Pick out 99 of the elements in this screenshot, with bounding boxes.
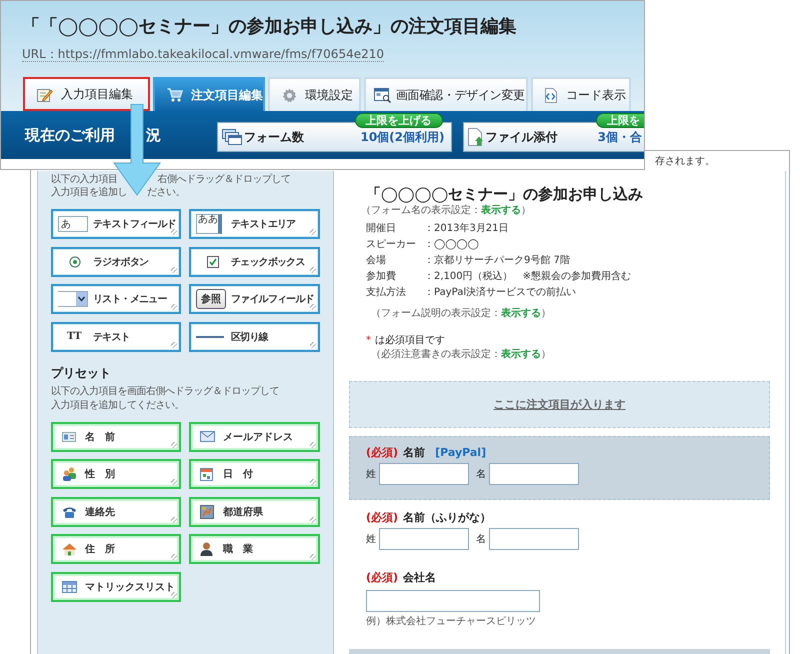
input-field[interactable]: [379, 463, 469, 485]
dropdown-icon: [58, 291, 88, 307]
info-label: スピーカー: [366, 238, 417, 252]
field-type-item[interactable]: ラジオボタン: [51, 246, 181, 276]
info-value: ：2,100円（税込） ※懇親会の参加費用含む: [424, 270, 632, 284]
field-type-item[interactable]: リスト・メニュー: [51, 284, 181, 314]
house-icon: [62, 542, 77, 556]
notice-text: 存されます。: [655, 155, 715, 168]
info-label: 会場: [366, 254, 387, 268]
form-field-block[interactable]: (必須) 名前（ふりがな） 姓 名: [349, 504, 770, 560]
field-type-item[interactable]: 参照 ファイルフィールド: [189, 284, 320, 314]
required-label: (必須): [366, 445, 398, 461]
table-icon: [62, 580, 77, 592]
usage-title: 況: [146, 126, 161, 144]
cart-icon: [167, 88, 183, 102]
display-setting-text: （フォーム名の表示設定：表示する）: [360, 204, 532, 218]
input-field[interactable]: [489, 463, 579, 485]
preset-item[interactable]: 性 別: [51, 459, 181, 489]
tab[interactable]: 注文項目編集: [153, 77, 265, 111]
info-label: 参加費: [366, 270, 397, 284]
form-field-block[interactable]: (必須) 名前 [PayPal] 姓 名: [349, 436, 770, 500]
document-arrow-icon: [468, 128, 484, 146]
display-setting-text: （必須注意書きの表示設定：表示する）: [370, 348, 552, 362]
required-mark: *: [366, 334, 371, 348]
info-value: ：PayPal決済サービスでの前払い: [424, 286, 578, 300]
stat-value: 3個・合: [598, 128, 642, 146]
preset-item[interactable]: 連絡先: [51, 496, 181, 526]
settings-icon: [282, 88, 297, 102]
field-type-item[interactable]: あ テキストフィールド: [51, 209, 181, 239]
field-tag: [PayPal]: [435, 445, 486, 461]
calendar-icon: [200, 468, 213, 480]
input-label: 姓: [366, 468, 376, 481]
input-field[interactable]: [366, 590, 540, 612]
preset-item[interactable]: 日 付: [189, 459, 320, 489]
form-field-block[interactable]: (必須) 会社名 例）株式会社フューチャースピリッツ: [349, 564, 770, 639]
input-field[interactable]: [489, 528, 579, 550]
input-field[interactable]: [379, 528, 469, 550]
code-icon: [543, 88, 558, 102]
input-label: 名: [476, 533, 486, 546]
input-label: 姓: [366, 533, 376, 546]
form-title: 「◯◯◯◯セミナー」の参加お申し込み: [365, 184, 644, 204]
field-type-item[interactable]: 区切り線: [189, 322, 320, 352]
id-card-icon: [62, 430, 76, 442]
stacked-windows-icon: [222, 129, 242, 145]
info-value: ：2013年3月21日: [424, 222, 510, 236]
instruction-text: 右側へドラッグ＆ドロップして: [158, 173, 290, 186]
info-value: ：京都リサーチパーク9号館 7階: [424, 254, 571, 268]
field-label: 会社名: [403, 570, 436, 586]
field-type-item[interactable]: TT テキスト: [51, 322, 181, 352]
instruction-text: 以下の入力項目を画面右側へドラッグ＆ドロップして: [51, 386, 279, 396]
preset-item[interactable]: 都道府県: [189, 496, 320, 526]
instruction-text: 入力項目を追加し: [51, 186, 127, 199]
tab[interactable]: 画面確認・デザイン変更: [364, 77, 528, 111]
input-label: 名: [476, 468, 486, 481]
info-label: 支払方法: [366, 286, 407, 300]
instruction-text: 入力項目を追加してください。: [51, 400, 184, 410]
url-link[interactable]: URL：https://fmmlabo.takeakilocal.vmware/fms/f70654e210: [22, 47, 384, 62]
tab[interactable]: コード表示: [531, 77, 631, 111]
note-pencil-icon: [37, 86, 53, 102]
page-title: 「「◯◯◯◯セミナー」の参加お申し込み」の注文項目編集: [22, 15, 518, 39]
display-setting-text: （フォーム説明の表示設定：表示する）: [370, 307, 552, 321]
usage-title: 現在のご利用: [25, 126, 115, 144]
field-label: 名前（ふりがな）: [403, 510, 492, 526]
stat-value: 10個(2個利用): [360, 128, 445, 146]
map-icon: [200, 504, 214, 518]
text-area-sample: ああ: [196, 214, 222, 234]
drop-zone[interactable]: ここに注文項目が入ります: [349, 381, 770, 428]
people-icon: [62, 467, 77, 481]
text-sample: TT: [67, 331, 82, 342]
field-type-item[interactable]: ああ テキストエリア: [189, 209, 320, 239]
section-title: プリセット: [51, 364, 112, 380]
person-icon: [200, 542, 213, 556]
stat-label: フォーム数: [244, 128, 304, 146]
preset-item[interactable]: マトリックスリスト: [51, 572, 181, 602]
instruction-text: 以下の入力項目: [51, 173, 118, 186]
tab[interactable]: 環境設定: [268, 77, 361, 111]
preset-item[interactable]: メールアドレス: [189, 422, 320, 452]
required-label: (必須): [366, 510, 398, 526]
instruction-text: ださい。: [147, 186, 185, 199]
tab[interactable]: 入力項目編集: [23, 77, 150, 111]
window-magnifier-icon: [374, 88, 391, 102]
info-label: 開催日: [366, 222, 397, 236]
field-type-item[interactable]: チェックボックス: [189, 246, 320, 276]
stat-label: ファイル添付: [486, 128, 558, 146]
phone-icon: [62, 506, 77, 518]
field-label: 名前: [403, 445, 426, 461]
preset-item[interactable]: 住 所: [51, 534, 181, 564]
browse-button-sample: 参照: [196, 289, 226, 309]
text-field-sample: あ: [58, 216, 88, 232]
preset-item[interactable]: 職 業: [189, 534, 320, 564]
required-note: は必須項目です: [375, 334, 445, 348]
divider-line-icon: [196, 334, 224, 338]
checkbox-icon: [207, 256, 219, 268]
info-value: ：◯◯◯◯: [424, 238, 480, 252]
example-text: 例）株式会社フューチャースピリッツ: [366, 615, 537, 629]
required-label: (必須): [366, 570, 398, 586]
preset-item[interactable]: 名 前: [51, 422, 181, 452]
envelope-icon: [200, 431, 215, 442]
radio-icon: [69, 256, 81, 268]
